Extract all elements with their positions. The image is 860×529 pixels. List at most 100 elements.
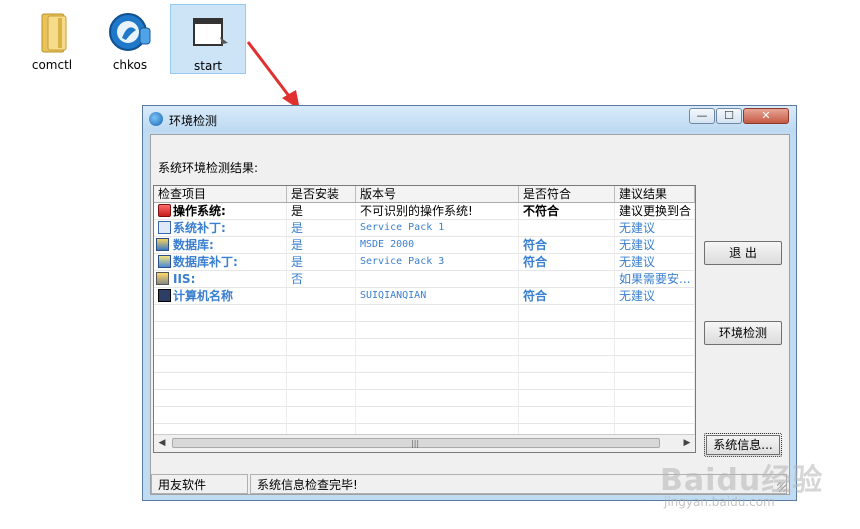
env-check-button[interactable]: 环境检测 [704,321,782,345]
table-row[interactable] [154,407,695,424]
results-list[interactable]: 检查项目 是否安装 版本号 是否符合 建议结果 操作系统: 是不可识别的操作系统!… [153,185,696,453]
column-header-advice[interactable]: 建议结果 [615,186,695,202]
env-check-window[interactable]: 环境检测 — ☐ ✕ 系统环境检测结果: 检查项目 是否安装 版本号 是否符合 … [142,105,797,501]
table-row[interactable] [154,373,695,390]
scroll-thumb[interactable]: ||| [172,438,660,448]
item-label: 计算机名称 [173,289,234,303]
database-icon [156,238,169,251]
cell-match [519,356,615,373]
database-patch-icon [158,255,171,268]
cell-item [154,305,287,322]
column-header-item[interactable]: 检查项目 [154,186,287,202]
cell-version [356,305,519,322]
cell-installed: 是 [287,220,356,237]
calculator-icon [158,221,171,234]
cell-version: MSDE 2000 [356,237,519,254]
cell-match [519,220,615,237]
horizontal-scrollbar[interactable]: ◀ ||| ▶ [154,434,695,452]
cell-version: 不可识别的操作系统! [356,203,519,220]
column-header-version[interactable]: 版本号 [356,186,519,202]
cell-version [356,390,519,407]
table-row[interactable]: 数据库补丁: 是 Service Pack 3 符合 无建议 [154,254,695,271]
table-row[interactable] [154,305,695,322]
desktop-icon-label: comctl [31,58,73,72]
cell-installed [287,390,356,407]
cell-item: 数据库: [154,237,287,254]
cell-advice: 建议更换到合 [615,203,695,220]
table-row[interactable]: 系统补丁: 是 Service Pack 1 无建议 [154,220,695,237]
scroll-grip-icon: ||| [411,439,420,448]
column-header-installed[interactable]: 是否安装 [287,186,356,202]
window-title: 环境检测 [169,114,218,128]
monitor-icon [158,289,171,302]
maximize-button[interactable]: ☐ [716,108,742,124]
cell-version: Service Pack 1 [356,220,519,237]
cell-advice: 如果需要安... [615,271,695,288]
table-row[interactable] [154,390,695,407]
table-row[interactable]: 计算机名称 SUIQIANQIAN 符合 无建议 [154,288,695,305]
cell-advice [615,322,695,339]
desktop-icon-label: chkos [112,58,148,72]
cell-advice [615,407,695,424]
cell-match [519,322,615,339]
cell-advice: 无建议 [615,220,695,237]
table-row[interactable]: 操作系统: 是不可识别的操作系统! 不符合 建议更换到合 [154,203,695,220]
cell-item [154,322,287,339]
cell-item [154,373,287,390]
desktop-icon-chkos[interactable]: chkos [92,4,168,74]
scroll-left-arrow-icon[interactable]: ◀ [156,437,168,449]
cell-installed [287,339,356,356]
list-body: 操作系统: 是不可识别的操作系统! 不符合 建议更换到合 系统补丁: 是 Service P… [154,203,695,441]
cell-item: 操作系统: [154,203,287,220]
table-row[interactable] [154,356,695,373]
desktop-icon-start[interactable]: start [170,4,246,74]
desktop-icon-comctl[interactable]: comctl [14,4,90,74]
table-row[interactable] [154,339,695,356]
cell-advice: 无建议 [615,288,695,305]
cell-advice [615,339,695,356]
start-app-icon [184,9,232,57]
cell-installed [287,288,356,305]
warning-computer-icon [158,204,171,217]
chkos-app-icon [106,8,154,56]
app-globe-icon [149,112,163,126]
table-row[interactable]: IIS: 否 如果需要安... [154,271,695,288]
watermark-logo: Baidu经验 [660,463,824,498]
cell-installed [287,373,356,390]
table-row[interactable]: 数据库: 是 MSDE 2000 符合 无建议 [154,237,695,254]
system-info-button[interactable]: 系统信息... [704,433,782,457]
cell-item: 系统补丁: [154,220,287,237]
cell-version [356,407,519,424]
list-header: 检查项目 是否安装 版本号 是否符合 建议结果 [154,186,695,203]
item-label: IIS: [173,272,196,286]
item-label: 数据库: [173,238,214,252]
minimize-button[interactable]: — [689,108,715,124]
exit-button[interactable]: 退 出 [704,241,782,265]
watermark-url: jingyan.baidu.com [664,495,775,509]
item-label: 数据库补丁: [173,255,238,269]
status-company: 用友软件 [151,474,248,494]
cell-installed: 否 [287,271,356,288]
cell-installed: 是 [287,237,356,254]
cell-item: IIS: [154,271,287,288]
title-bar[interactable]: 环境检测 — ☐ ✕ [143,106,796,132]
cell-item: 数据库补丁: [154,254,287,271]
cell-item: 计算机名称 [154,288,287,305]
cell-version: SUIQIANQIAN [356,288,519,305]
cell-item [154,339,287,356]
cell-installed [287,356,356,373]
cell-version [356,271,519,288]
table-row[interactable] [154,322,695,339]
cell-match: 不符合 [519,203,615,220]
column-header-match[interactable]: 是否符合 [519,186,615,202]
folder-icon [28,8,76,56]
scroll-right-arrow-icon[interactable]: ▶ [681,437,693,449]
close-button[interactable]: ✕ [743,108,789,124]
cell-advice [615,356,695,373]
baidu-watermark: Baidu经验 jingyan.baidu.com [660,455,850,520]
cell-match [519,373,615,390]
cell-match [519,271,615,288]
cell-installed [287,305,356,322]
cell-advice [615,305,695,322]
cell-installed: 是 [287,254,356,271]
